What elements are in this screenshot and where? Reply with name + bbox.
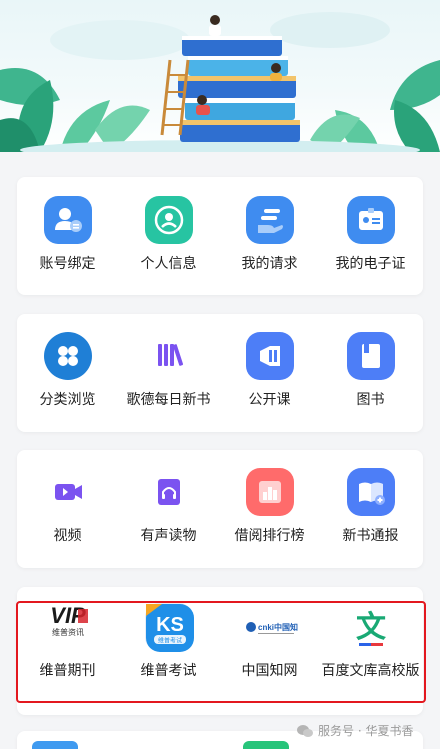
vip-journals-label: 维普期刊 [39, 663, 96, 679]
partial-icon-left [32, 741, 78, 749]
audiobook-button[interactable]: 有声读物 [118, 468, 219, 545]
video-button[interactable]: 视频 [17, 468, 118, 545]
vip-journals-button[interactable]: VIP 维普资讯 维普期刊 [17, 603, 118, 680]
user-card-icon [43, 196, 92, 244]
svg-text:KS: KS [156, 614, 184, 636]
wenku-logo-icon: 文 [347, 603, 395, 651]
my-requests-label: 我的请求 [241, 256, 298, 272]
my-ecard-label: 我的电子证 [335, 256, 406, 272]
grid-icon [43, 332, 92, 380]
goethe-daily-books-label: 歌德每日新书 [126, 392, 211, 408]
hand-request-icon [245, 196, 294, 244]
audiobook-label: 有声读物 [140, 528, 197, 544]
headphone-book-icon [145, 468, 193, 516]
new-book-notice-label: 新书通报 [342, 528, 399, 544]
goethe-daily-books-button[interactable]: 歌德每日新书 [118, 332, 219, 409]
watermark: 服务号 · 华夏书香 [296, 722, 413, 739]
borrow-ranking-button[interactable]: 借阅排行榜 [219, 468, 320, 545]
borrow-ranking-label: 借阅排行榜 [234, 528, 305, 544]
wechat-icon [297, 724, 313, 737]
bar-chart-icon [245, 468, 294, 516]
books-icon [145, 332, 193, 380]
my-requests-button[interactable]: 我的请求 [219, 196, 320, 273]
video-label: 视频 [53, 528, 82, 544]
ks-logo-icon: KS 维普考试 [144, 603, 194, 652]
id-card-icon [346, 196, 395, 244]
account-binding-button[interactable]: 账号绑定 [17, 196, 118, 273]
open-course-label: 公开课 [248, 392, 291, 408]
svg-text:维普考试: 维普考试 [157, 637, 181, 645]
book-icon [346, 332, 395, 380]
vip-exam-button[interactable]: KS 维普考试 维普考试 [118, 603, 219, 680]
baidu-wenku-label: 百度文库高校版 [321, 663, 420, 679]
open-book-icon [346, 468, 395, 516]
open-course-button[interactable]: 公开课 [219, 332, 320, 409]
svg-text:维普资讯: 维普资讯 [52, 627, 84, 637]
account-binding-label: 账号绑定 [39, 256, 96, 272]
books-label: 图书 [356, 392, 385, 408]
personal-info-label: 个人信息 [140, 256, 197, 272]
category-browse-button[interactable]: 分类浏览 [17, 332, 118, 409]
vip-logo-icon: VIP 维普资讯 [38, 603, 98, 651]
cnki-label: 中国知网 [241, 663, 298, 679]
person-icon [144, 196, 193, 244]
books-button[interactable]: 图书 [320, 332, 421, 409]
personal-info-button[interactable]: 个人信息 [118, 196, 219, 273]
partial-icon-right [243, 741, 289, 749]
watermark-text: 服务号 · 华夏书香 [318, 724, 414, 738]
category-browse-label: 分类浏览 [39, 392, 96, 408]
video-icon [44, 468, 92, 516]
baidu-wenku-button[interactable]: 文 百度文库高校版 [320, 603, 421, 680]
cnki-button[interactable]: cnki中国知网 中国知网 [219, 603, 320, 680]
my-ecard-button[interactable]: 我的电子证 [320, 196, 421, 273]
header-banner [0, 0, 440, 152]
reading-illustration [0, 12, 440, 152]
speaker-icon [245, 332, 294, 380]
cnki-logo-icon: cnki中国知网 [242, 603, 298, 651]
svg-text:文: 文 [356, 610, 386, 645]
svg-text:cnki中国知网: cnki中国知网 [258, 622, 298, 632]
new-book-notice-button[interactable]: 新书通报 [320, 468, 421, 545]
vip-exam-label: 维普考试 [140, 663, 197, 679]
